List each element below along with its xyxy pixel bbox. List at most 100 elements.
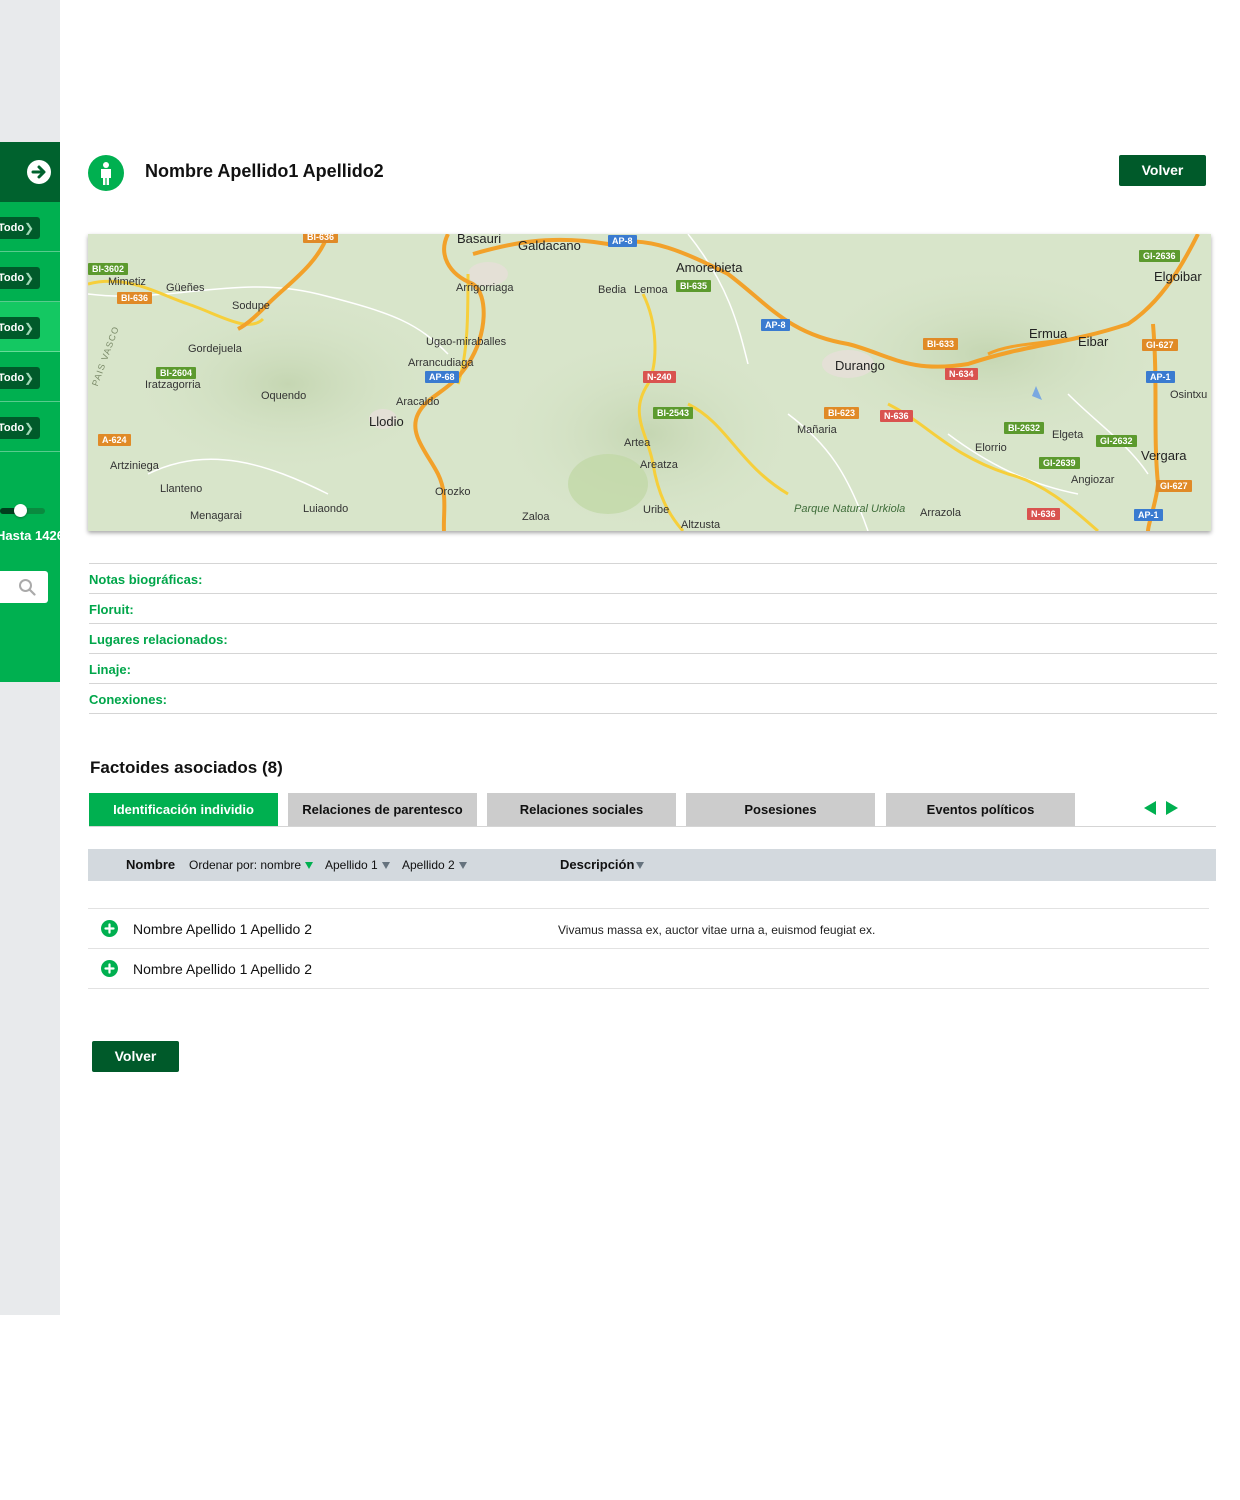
map-road-badge: BI-623 (824, 407, 860, 419)
map-road-badge: BI-633 (923, 338, 959, 350)
sort-descripcion[interactable]: Descripción (560, 849, 645, 881)
map-place-label: Ermua (1029, 326, 1068, 341)
map-road-badge: N-636 (880, 410, 913, 422)
sort-label: Ordenar por: nombre (189, 858, 302, 872)
map-road-badge: BI-2632 (1004, 422, 1045, 434)
back-button-bottom[interactable]: Volver (92, 1041, 179, 1072)
map-place-label: Aracaldo (396, 396, 440, 408)
map-place-label: Llodio (369, 414, 404, 429)
sidebar-filter-button[interactable]: Todo ❯ (0, 317, 40, 339)
map-place-label: Eibar (1078, 334, 1109, 349)
map-road-badge: BI-3602 (88, 263, 129, 275)
date-slider-handle[interactable] (14, 504, 27, 517)
sidebar-filter-button[interactable]: Todo ❯ (0, 417, 40, 439)
back-button[interactable]: Volver (1119, 155, 1206, 186)
field-floruit: Floruit: (89, 594, 1217, 624)
map-place-label: Artea (624, 437, 651, 449)
tab-eventos-politicos[interactable]: Eventos políticos (886, 793, 1075, 826)
map-place-label: Oquendo (261, 390, 307, 402)
map-place-label: Orozko (435, 486, 471, 498)
map-place-label: Galdacano (518, 238, 581, 253)
sort-apellido2[interactable]: Apellido 2 (402, 849, 467, 881)
row-name: Nombre Apellido 1 Apellido 2 (133, 921, 313, 937)
sort-label: Apellido 2 (402, 858, 455, 872)
arrow-right-circle-icon[interactable] (27, 160, 51, 184)
row-description: Vivamus massa ex, auctor vitae urna a, e… (558, 923, 876, 937)
tab-relaciones-sociales[interactable]: Relaciones sociales (487, 793, 676, 826)
sidebar-item-label: Todo (0, 422, 25, 434)
search-icon (18, 578, 36, 601)
map-road-badge: N-636 (1027, 508, 1060, 520)
map-place-label: Artziniega (110, 460, 159, 472)
map-place-label: Zaloa (522, 511, 550, 523)
sort-nombre[interactable]: Ordenar por: nombre (189, 849, 314, 881)
map-place-label: Luiaondo (303, 503, 349, 515)
map-place-label: Arrazola (920, 507, 961, 519)
sort-apellido1[interactable]: Apellido 1 (325, 849, 390, 881)
expand-plus-icon[interactable] (101, 960, 118, 977)
map-place-label: Amorebieta (676, 260, 743, 275)
map-place-label: Sodupe (232, 300, 270, 312)
sidebar-header (0, 142, 60, 202)
sidebar-item: Todo ❯ (0, 202, 60, 252)
sidebar-filter-button[interactable]: Todo ❯ (0, 267, 40, 289)
map-road-badge: AP-1 (1146, 371, 1175, 383)
map-place-label: Gordejuela (188, 343, 242, 355)
field-lugares-relacionados: Lugares relacionados: (89, 624, 1217, 654)
map-place-label: Uribe (643, 504, 670, 516)
sidebar-item: Todo ❯ (0, 252, 60, 302)
map-road-badge: BI-636 (303, 234, 339, 243)
map-road-badge: GI-2639 (1039, 457, 1080, 469)
map-road-badge: AP-68 (425, 371, 459, 383)
date-slider[interactable] (0, 504, 45, 517)
date-slider-label: Hasta 1426 (0, 528, 60, 543)
map-place-label: Osintxu (1170, 389, 1208, 401)
tab-posesiones[interactable]: Posesiones (686, 793, 875, 826)
map-place-label: Ugao-miraballes (426, 336, 507, 348)
sort-down-icon (381, 862, 390, 869)
column-nombre: Nombre (126, 857, 176, 872)
map-road-badge: BI-636 (117, 292, 153, 304)
map-place-label: Elgoibar (1154, 269, 1202, 284)
tab-parentesco[interactable]: Relaciones de parentesco (288, 793, 477, 826)
map-place-label: Altzusta (681, 519, 721, 531)
map-place-label: Vergara (1141, 448, 1187, 463)
field-linaje: Linaje: (89, 654, 1217, 684)
map-place-label: Mañaria (797, 424, 837, 436)
map-place-label: Areatza (640, 459, 678, 471)
tab-identificacion[interactable]: Identificación individio (89, 793, 278, 826)
chevron-right-icon: ❯ (23, 271, 34, 285)
map-place-label: Güeñes (166, 282, 205, 294)
field-conexiones: Conexiones: (89, 684, 1217, 714)
chevron-right-icon: ❯ (23, 321, 34, 335)
sort-down-icon (458, 862, 467, 869)
sidebar-item: Todo ❯ (0, 352, 60, 402)
map-place-label: Mimetiz (108, 276, 146, 288)
map-road-badge: GI-627 (1142, 339, 1178, 351)
factoides-title: Factoides asociados (8) (90, 758, 283, 777)
search-button[interactable] (0, 571, 48, 603)
chevron-right-icon: ❯ (23, 371, 34, 385)
tabs-next-icon[interactable] (1166, 801, 1178, 815)
sidebar-filter-button[interactable]: Todo ❯ (0, 217, 40, 239)
page-title: Nombre Apellido1 Apellido2 (145, 161, 384, 181)
tabs-prev-icon[interactable] (1144, 801, 1156, 815)
map-place-label: Lemoa (634, 284, 668, 296)
sidebar-item-label: Todo (0, 372, 25, 384)
map[interactable]: Basauri Galdacano Amorebieta Elgoibar Mi… (88, 234, 1211, 531)
map-place-label: Elgeta (1052, 429, 1084, 441)
map-place-label: Menagarai (190, 510, 242, 522)
sidebar-item-label: Todo (0, 272, 25, 284)
factoides-tabs: Identificación individio Relaciones de p… (89, 793, 1216, 827)
map-place-label: Arrigorriaga (456, 282, 514, 294)
chevron-right-icon: ❯ (23, 221, 34, 235)
expand-plus-icon[interactable] (101, 920, 118, 937)
map-road-badge: AP-8 (608, 235, 637, 247)
row-name: Nombre Apellido 1 Apellido 2 (133, 961, 313, 977)
map-road-badge: GI-627 (1156, 480, 1192, 492)
map-road-badge: AP-8 (761, 319, 790, 331)
person-icon (88, 155, 124, 191)
map-place-label: Llanteno (160, 483, 203, 495)
map-road-badge: A-624 (98, 434, 131, 446)
sidebar-filter-button[interactable]: Todo ❯ (0, 367, 40, 389)
